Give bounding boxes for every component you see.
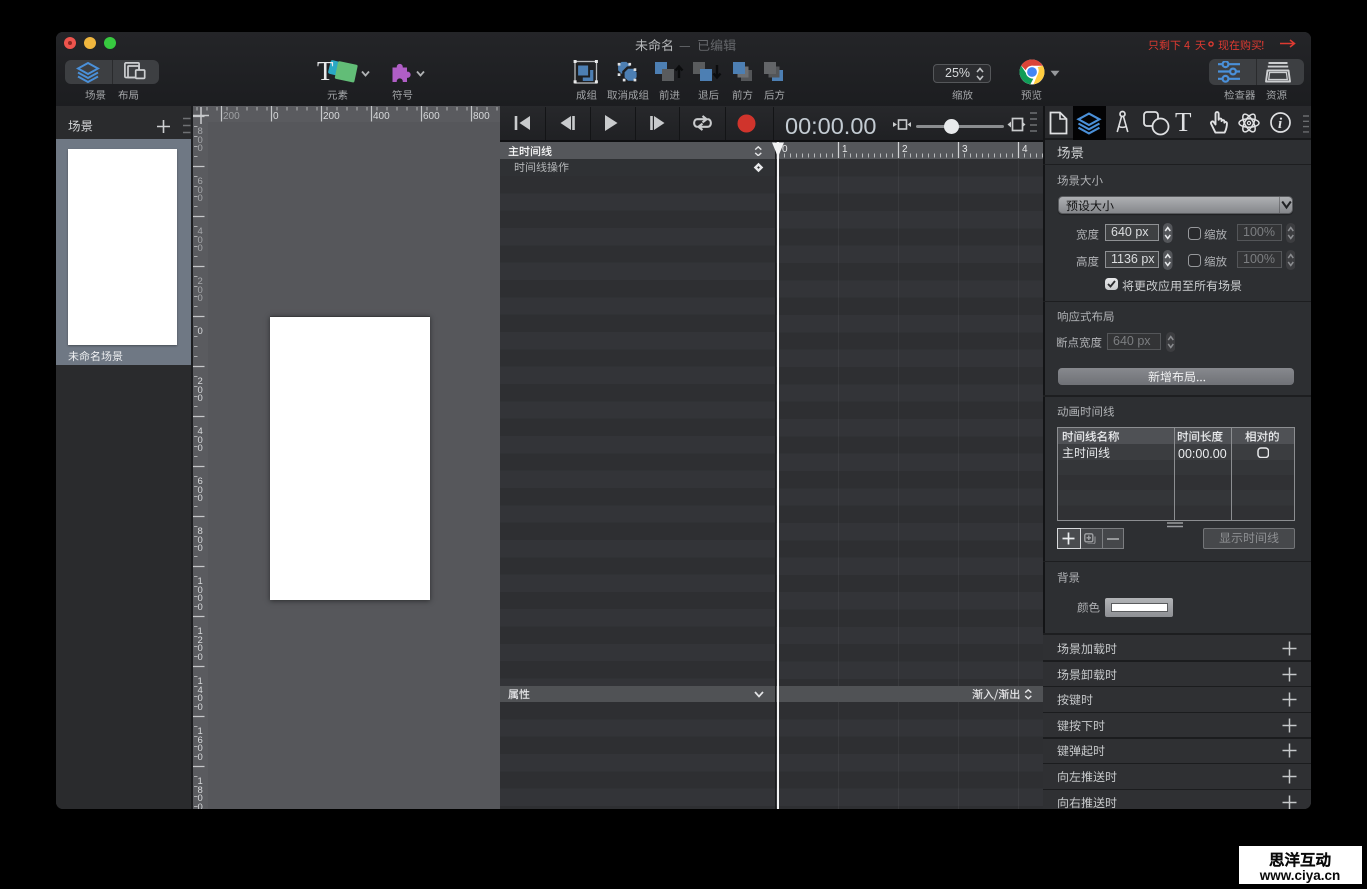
- svg-text:T: T: [317, 59, 334, 85]
- svg-text:T: T: [1175, 109, 1192, 135]
- svg-text:i: i: [1278, 116, 1283, 132]
